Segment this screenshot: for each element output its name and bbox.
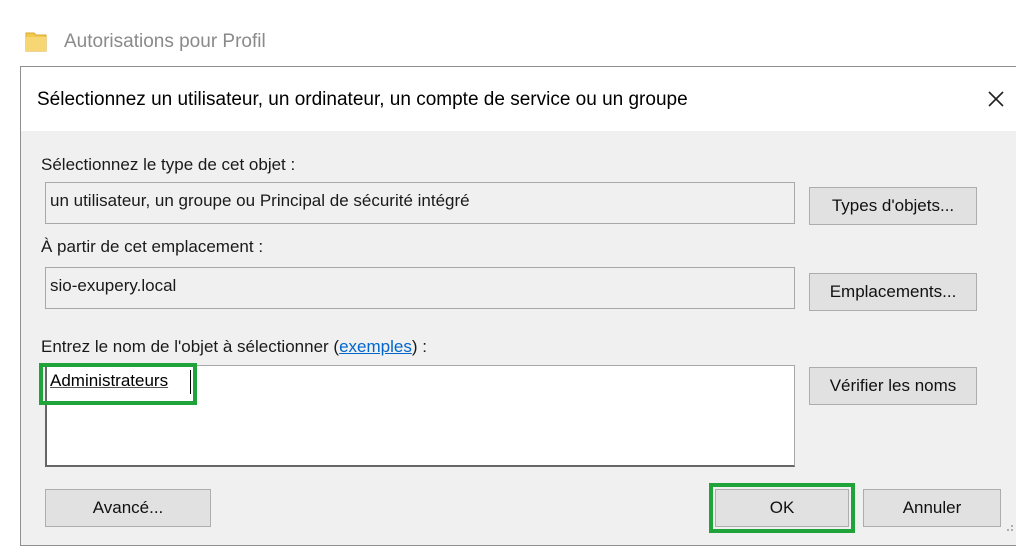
object-type-label: Sélectionnez le type de cet objet : — [41, 155, 296, 174]
background-window-title: Autorisations pour Profil — [64, 31, 266, 52]
resize-grip-icon[interactable] — [1002, 522, 1014, 534]
select-user-dialog: Sélectionnez un utilisateur, un ordinate… — [20, 66, 1016, 546]
object-types-button[interactable]: Types d'objets... — [809, 187, 977, 225]
close-icon[interactable] — [984, 87, 1008, 111]
dialog-title: Sélectionnez un utilisateur, un ordinate… — [37, 89, 688, 110]
location-field: sio-exupery.local — [45, 267, 795, 309]
cancel-button[interactable]: Annuler — [863, 489, 1001, 527]
examples-link[interactable]: exemples — [339, 337, 412, 356]
object-name-label: Entrez le nom de l'objet à sélectionner … — [41, 337, 427, 357]
object-type-field: un utilisateur, un groupe ou Principal d… — [45, 182, 795, 224]
location-label: À partir de cet emplacement : — [41, 237, 264, 256]
object-type-value: un utilisateur, un groupe ou Principal d… — [50, 191, 470, 210]
object-name-input[interactable]: Administrateurs — [45, 365, 795, 467]
advanced-button[interactable]: Avancé... — [45, 489, 211, 527]
ok-button[interactable]: OK — [715, 489, 849, 527]
text-caret — [190, 370, 191, 394]
object-name-value: Administrateurs — [50, 371, 169, 390]
background-titlebar: Autorisations pour Profil — [0, 0, 1016, 66]
object-name-label-suffix: ) : — [411, 337, 427, 356]
locations-button[interactable]: Emplacements... — [809, 273, 977, 311]
object-name-label-prefix: Entrez le nom de l'objet à sélectionner … — [41, 337, 340, 356]
check-names-button[interactable]: Vérifier les noms — [809, 367, 977, 405]
dialog-titlebar: Sélectionnez un utilisateur, un ordinate… — [21, 67, 1016, 131]
location-value: sio-exupery.local — [50, 276, 177, 295]
folder-icon — [25, 32, 47, 52]
